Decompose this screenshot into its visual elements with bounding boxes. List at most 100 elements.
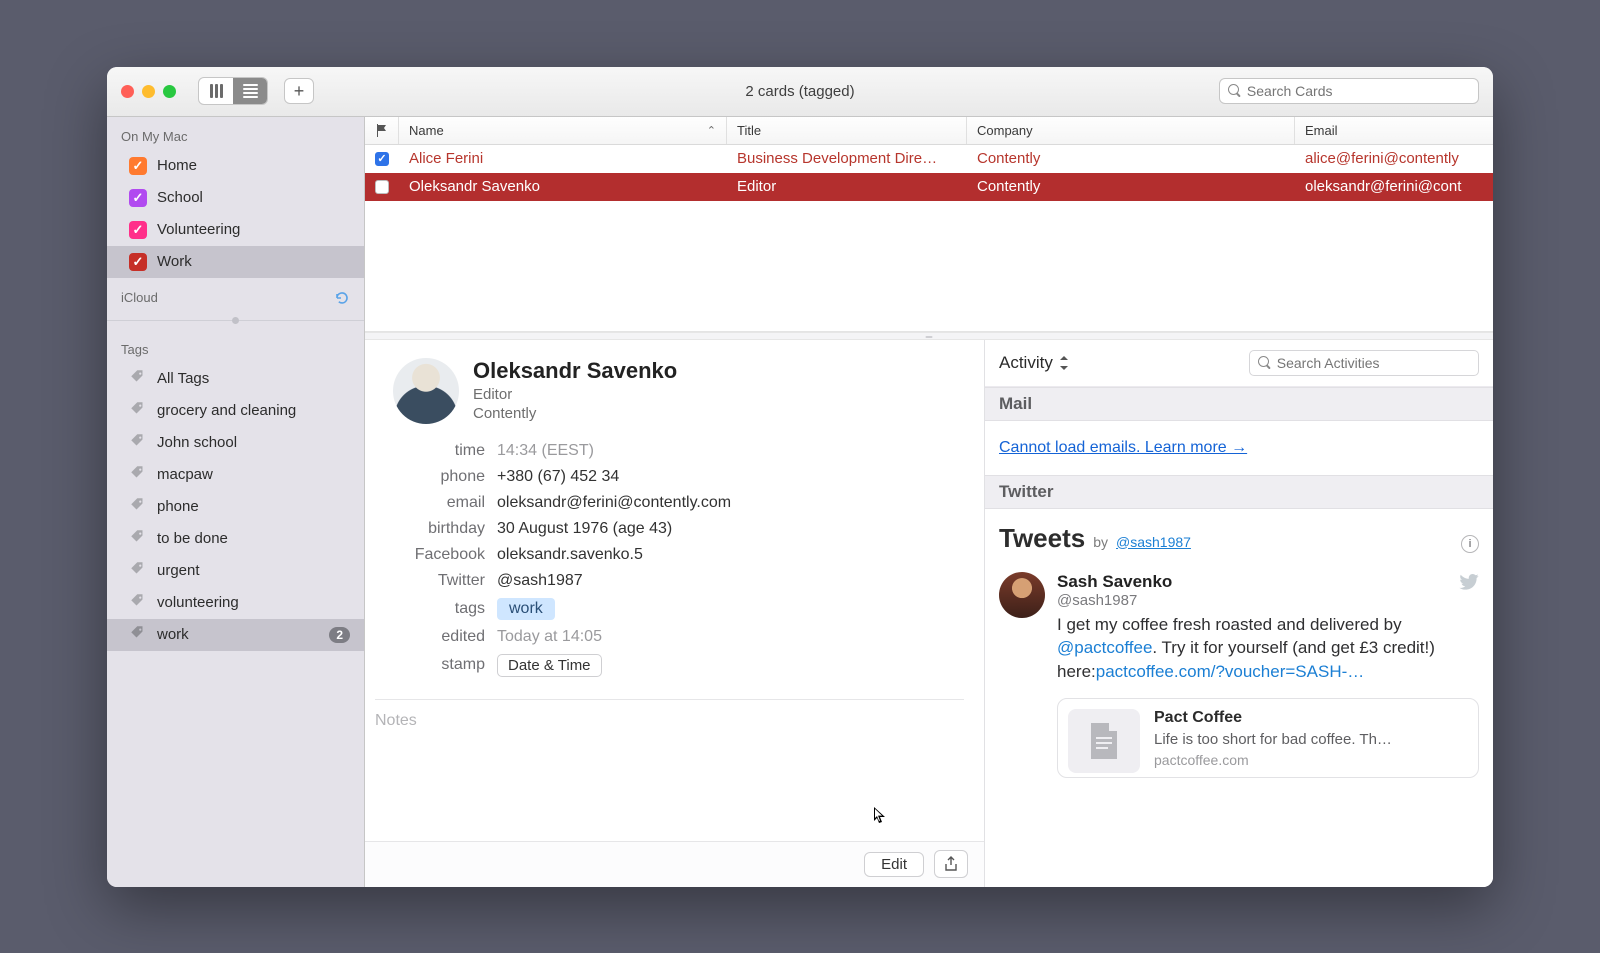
sidebar-tag-volunteering[interactable]: volunteering [107, 587, 364, 619]
sidebar-section-label: Tags [121, 342, 148, 357]
tag-pill[interactable]: work [497, 598, 555, 620]
sidebar-item-label: School [157, 189, 203, 206]
field-value[interactable]: +380 (67) 452 34 [497, 468, 619, 486]
sidebar-item-label: Work [157, 253, 192, 270]
column-header-name[interactable]: Name ⌃ [399, 117, 727, 144]
updown-icon [1059, 356, 1069, 370]
sidebar-tag-tobedone[interactable]: to be done [107, 523, 364, 555]
tag-count-badge: 2 [329, 627, 350, 643]
tag-icon [129, 496, 147, 518]
tweet-handle[interactable]: @sash1987 [1057, 592, 1479, 609]
field-value[interactable]: oleksandr.savenko.5 [497, 546, 643, 564]
field-label: time [365, 442, 485, 460]
sidebar-item-label: phone [157, 498, 199, 515]
stamp-button[interactable]: Date & Time [497, 654, 602, 677]
row-flag-checkbox[interactable]: ✓ [375, 152, 389, 166]
field-email: email oleksandr@ferini@contently.com [365, 490, 964, 516]
tweet-link-card[interactable]: Pact Coffee Life is too short for bad co… [1057, 698, 1479, 778]
edit-button[interactable]: Edit [864, 852, 924, 877]
tag-icon [129, 368, 147, 390]
sidebar-split-handle[interactable] [107, 316, 364, 326]
list-icon [243, 84, 258, 98]
column-header-flag[interactable] [365, 117, 399, 144]
refresh-icon[interactable] [334, 290, 350, 306]
sidebar-item-home[interactable]: ✓ Home [107, 150, 364, 182]
tweet-author[interactable]: Sash Savenko [1057, 572, 1172, 592]
sidebar-section-header[interactable]: On My Mac [107, 123, 364, 150]
field-time: time 14:34 (EEST) [365, 438, 964, 464]
sidebar-item-volunteering[interactable]: ✓ Volunteering [107, 214, 364, 246]
tag-icon [129, 432, 147, 454]
field-tags: tags work [365, 594, 964, 624]
table-row[interactable]: Oleksandr Savenko Editor Contently oleks… [365, 173, 1493, 201]
search-icon [1228, 84, 1241, 98]
tweet-mention-link[interactable]: @pactcoffee [1057, 638, 1152, 657]
column-header-email[interactable]: Email [1295, 117, 1493, 144]
sidebar-section-header[interactable]: iCloud [107, 284, 364, 312]
info-icon[interactable]: i [1461, 535, 1479, 553]
table-row[interactable]: ✓ Alice Ferini Business Development Dire… [365, 145, 1493, 173]
row-flag-checkbox[interactable] [375, 180, 389, 194]
sidebar-item-label: grocery and cleaning [157, 402, 296, 419]
sidebar-tag-phone[interactable]: phone [107, 491, 364, 523]
sidebar-item-label: urgent [157, 562, 200, 579]
cell-name: Alice Ferini [399, 150, 727, 167]
field-facebook: Facebook oleksandr.savenko.5 [365, 542, 964, 568]
sidebar-section-icloud: iCloud [107, 278, 364, 312]
twitter-bird-icon [1459, 574, 1479, 590]
search-activities-input[interactable] [1277, 355, 1470, 371]
sidebar-tag-macpaw[interactable]: macpaw [107, 459, 364, 491]
cell-company: Contently [967, 178, 1295, 195]
field-label: edited [365, 628, 485, 646]
sidebar-tag-grocery[interactable]: grocery and cleaning [107, 395, 364, 427]
table-empty-area [365, 201, 1493, 331]
sidebar-item-label: volunteering [157, 594, 239, 611]
sidebar-tag-work[interactable]: work 2 [107, 619, 364, 651]
share-button[interactable] [934, 850, 968, 878]
card-header: Oleksandr Savenko Editor Contently [365, 340, 984, 432]
share-icon [944, 856, 958, 872]
notes-placeholder[interactable]: Notes [365, 708, 984, 734]
add-card-button[interactable]: + [284, 78, 314, 104]
view-mode-columns[interactable] [199, 78, 233, 104]
checkbox-icon: ✓ [129, 253, 147, 271]
close-window-button[interactable] [121, 85, 134, 98]
cell-company: Contently [967, 150, 1295, 167]
zoom-window-button[interactable] [163, 85, 176, 98]
field-value: 14:34 (EEST) [497, 442, 594, 460]
field-label: email [365, 494, 485, 512]
minimize-window-button[interactable] [142, 85, 155, 98]
toolbar: + 2 cards (tagged) [107, 67, 1493, 117]
search-activities-field[interactable] [1249, 350, 1479, 376]
sort-ascending-icon: ⌃ [707, 124, 716, 137]
field-value[interactable]: oleksandr@ferini@contently.com [497, 494, 731, 512]
cards-table: Name ⌃ Title Company Email ✓ Alice F [365, 117, 1493, 332]
lower-split: Oleksandr Savenko Editor Contently time … [365, 340, 1493, 887]
column-header-title[interactable]: Title [727, 117, 967, 144]
field-stamp: stamp Date & Time [365, 650, 964, 681]
sidebar-item-work[interactable]: ✓ Work [107, 246, 364, 278]
tweets-handle-link[interactable]: @sash1987 [1116, 534, 1191, 550]
sidebar-item-label: work [157, 626, 189, 643]
sidebar-tag-urgent[interactable]: urgent [107, 555, 364, 587]
sidebar: On My Mac ✓ Home ✓ School ✓ Volunteering… [107, 117, 365, 887]
sidebar-section-label: On My Mac [121, 129, 187, 144]
activity-dropdown[interactable]: Activity [999, 353, 1069, 373]
tweet-url-link[interactable]: pactcoffee.com/?voucher=SASH-… [1096, 662, 1365, 681]
sidebar-tag-all[interactable]: All Tags [107, 363, 364, 395]
view-mode-list[interactable] [233, 78, 267, 104]
sidebar-tag-johnschool[interactable]: John school [107, 427, 364, 459]
sidebar-section-header[interactable]: Tags [107, 336, 364, 363]
sidebar-item-label: All Tags [157, 370, 209, 387]
sidebar-item-school[interactable]: ✓ School [107, 182, 364, 214]
column-header-company[interactable]: Company [967, 117, 1295, 144]
avatar [393, 358, 459, 424]
horizontal-split-handle[interactable] [365, 332, 1493, 340]
mail-error-link[interactable]: Cannot load emails. Learn more → [999, 439, 1247, 456]
search-cards-input[interactable] [1247, 83, 1470, 99]
field-value[interactable]: @sash1987 [497, 572, 583, 590]
checkbox-icon: ✓ [129, 221, 147, 239]
checkbox-icon: ✓ [129, 189, 147, 207]
column-label: Name [409, 123, 444, 138]
search-cards-field[interactable] [1219, 78, 1479, 104]
